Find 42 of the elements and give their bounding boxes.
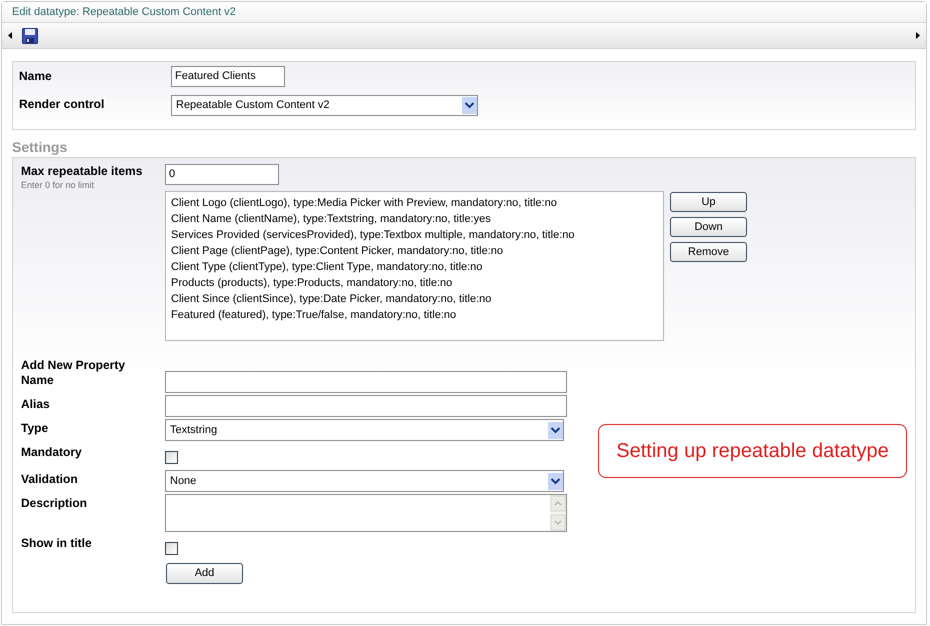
name-field[interactable]: Featured Clients: [171, 66, 285, 87]
section-heading: Add New Property: [21, 358, 126, 373]
checkbox[interactable]: [165, 542, 178, 555]
text-field[interactable]: [165, 371, 567, 393]
render-control-select[interactable]: Repeatable Custom Content v2: [171, 95, 478, 116]
property-item[interactable]: Client Type (clientType), type:Client Type, mandatory:no, title:no: [171, 259, 658, 275]
scrollbar-icon[interactable]: [550, 495, 566, 531]
window-title: Edit datatype: Repeatable Custom Content v2: [12, 4, 236, 20]
add-button[interactable]: Add: [166, 563, 243, 584]
list-button[interactable]: Up: [670, 192, 747, 212]
list-button[interactable]: Down: [670, 217, 747, 237]
property-item[interactable]: Featured (featured), type:True/false, mandatory:no, title:no: [171, 307, 658, 323]
save-icon[interactable]: [22, 28, 38, 44]
property-item[interactable]: Client Logo (clientLogo), type:Media Picker with Preview, mandatory:no, title:no: [171, 195, 658, 211]
field-label: Show in title: [21, 536, 93, 552]
annotation-callout: Setting up repeatable datatype: [598, 424, 907, 478]
section-heading: Settings: [12, 138, 68, 157]
property-list[interactable]: [165, 191, 664, 341]
field-label: Max repeatable items: [21, 164, 144, 179]
field-label: Render control: [19, 96, 106, 113]
dropdown-select[interactable]: None: [165, 470, 564, 492]
property-item[interactable]: Client Name (clientName), type:Textstring, mandatory:no, title:yes: [171, 211, 658, 227]
scroll-right-icon[interactable]: [916, 32, 920, 39]
checkbox[interactable]: [165, 451, 178, 464]
text-area[interactable]: [165, 494, 567, 532]
list-button[interactable]: Remove: [670, 242, 747, 262]
property-item[interactable]: Services Provided (servicesProvided), type:Textbox multiple, mandatory:no, title:no: [171, 227, 658, 243]
scroll-left-icon[interactable]: [8, 32, 12, 39]
field-label: Mandatory: [21, 445, 83, 461]
property-item[interactable]: Products (products), type:Products, mandatory:no, title:no: [171, 275, 658, 291]
property-item[interactable]: Client Page (clientPage), type:Content Picker, mandatory:no, title:no: [171, 243, 658, 259]
property-item[interactable]: Client Since (clientSince), type:Date Picker, mandatory:no, title:no: [171, 291, 658, 307]
dropdown-select[interactable]: Textstring: [165, 419, 564, 441]
text-field[interactable]: [165, 395, 567, 417]
field-label: Alias: [21, 397, 51, 413]
field-label: Validation: [21, 472, 79, 488]
hint-text: Enter 0 for no limit: [21, 179, 96, 192]
max-items-field[interactable]: 0: [165, 164, 279, 185]
field-label: Description: [21, 496, 88, 512]
field-label: Name: [21, 373, 55, 389]
field-label: Name: [19, 68, 53, 85]
field-label: Type: [21, 421, 50, 437]
